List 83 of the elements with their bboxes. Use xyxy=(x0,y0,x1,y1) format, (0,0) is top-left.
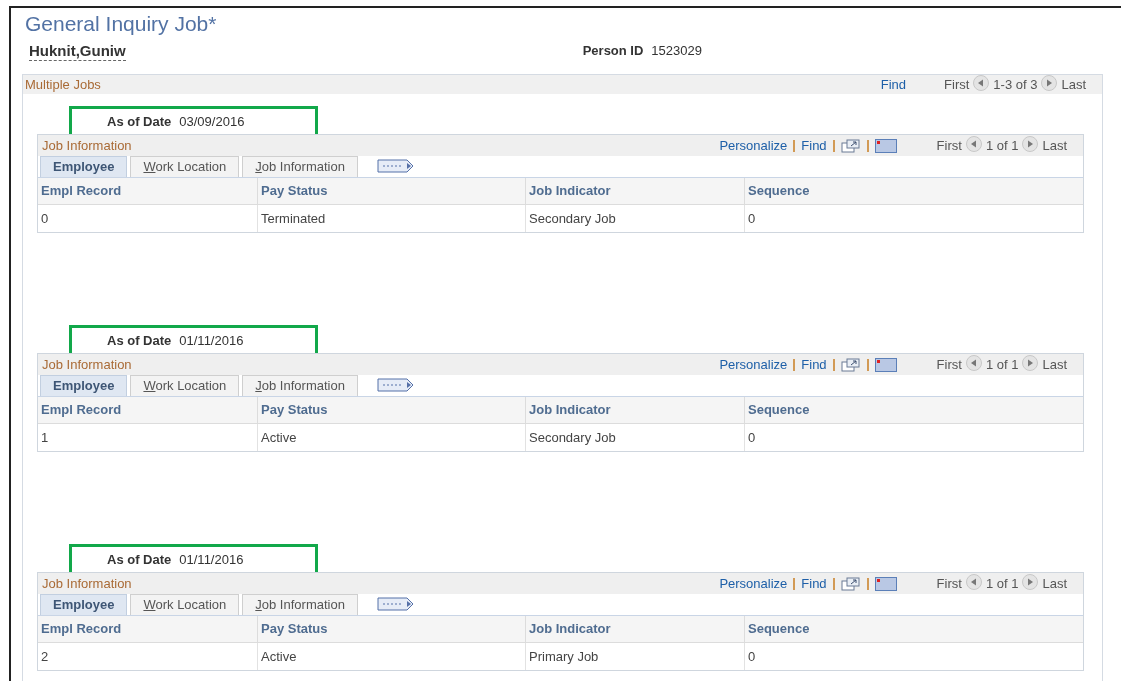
table-cell: Secondary Job xyxy=(526,424,745,451)
table-cell: Terminated xyxy=(258,205,526,232)
last-link[interactable]: Last xyxy=(1042,354,1067,375)
tab[interactable]: Job Information xyxy=(242,156,358,177)
tab[interactable]: Work Location xyxy=(130,594,240,615)
column-header: Sequence xyxy=(747,620,811,639)
column-header: Job Indicator xyxy=(526,616,745,642)
column-header: Pay Status xyxy=(258,178,526,204)
find-link[interactable]: Find xyxy=(801,573,827,594)
find-link[interactable]: Find xyxy=(880,74,907,95)
page-range: 1 of 1 xyxy=(985,136,1019,155)
previous-icon[interactable] xyxy=(965,135,982,152)
tab[interactable]: Job Information xyxy=(242,375,358,396)
table-cell-text: 0 xyxy=(747,647,757,666)
personalize-link[interactable]: Personalize xyxy=(719,573,788,594)
person-id-label: Person ID xyxy=(582,42,644,61)
table-cell: Active xyxy=(258,643,526,670)
view-all-icon[interactable] xyxy=(840,138,861,153)
table-cell: 1 xyxy=(38,424,258,451)
next-icon[interactable] xyxy=(1022,573,1039,590)
date-label: As of Date xyxy=(107,331,172,350)
first-link[interactable]: First xyxy=(944,74,970,95)
next-icon[interactable] xyxy=(1041,74,1058,91)
column-header: Pay Status xyxy=(258,397,526,423)
table-cell: 0 xyxy=(38,205,258,232)
person-name: Huknit,Guniw xyxy=(29,41,126,61)
spreadsheet-icon[interactable] xyxy=(874,138,897,153)
show-all-tabs-icon[interactable] xyxy=(376,159,415,173)
next-icon[interactable] xyxy=(1022,354,1039,371)
spreadsheet-icon[interactable] xyxy=(874,357,897,372)
tab[interactable]: Employee xyxy=(40,594,128,615)
column-header: Job Indicator xyxy=(526,178,745,204)
first-link[interactable]: First xyxy=(936,573,962,594)
column-header: Empl Record xyxy=(38,397,258,423)
page-range: 1-3 of 3 xyxy=(993,75,1038,94)
first-link[interactable]: First xyxy=(936,354,962,375)
column-header: Sequence xyxy=(747,401,811,420)
tab[interactable]: Work Location xyxy=(130,375,240,396)
personalize-link[interactable]: Personalize xyxy=(719,135,788,156)
page-range: 1 of 1 xyxy=(985,355,1019,374)
tab[interactable]: Job Information xyxy=(242,594,358,615)
table-cell: Primary Job xyxy=(526,643,745,670)
person-id-value: 1523029 xyxy=(651,42,702,61)
column-header: Pay Status xyxy=(258,616,526,642)
previous-icon[interactable] xyxy=(973,74,990,91)
find-link[interactable]: Find xyxy=(801,135,827,156)
table-cell: Secondary Job xyxy=(526,205,745,232)
previous-icon[interactable] xyxy=(965,573,982,590)
table-cell-text: 0 xyxy=(747,209,757,228)
page-title: General Inquiry Job* xyxy=(25,11,218,37)
date-value: 03/09/2016 xyxy=(179,112,245,131)
date-value: 01/11/2016 xyxy=(179,550,244,569)
panel-title: Multiple Jobs xyxy=(25,75,101,94)
last-link[interactable]: Last xyxy=(1061,74,1086,95)
column-header: Empl Record xyxy=(38,616,258,642)
view-all-icon[interactable] xyxy=(840,576,861,591)
personalize-link[interactable]: Personalize xyxy=(719,354,788,375)
table-cell-text: 0 xyxy=(747,428,757,447)
first-link[interactable]: First xyxy=(936,135,962,156)
column-header: Sequence xyxy=(747,182,811,201)
table-cell: 2 xyxy=(38,643,258,670)
date-value: 01/11/2016 xyxy=(179,331,244,350)
show-all-tabs-icon[interactable] xyxy=(376,378,415,392)
view-all-icon[interactable] xyxy=(840,357,861,372)
date-label: As of Date xyxy=(107,550,172,569)
find-link[interactable]: Find xyxy=(801,354,827,375)
page-range: 1 of 1 xyxy=(985,574,1019,593)
last-link[interactable]: Last xyxy=(1042,573,1067,594)
next-icon[interactable] xyxy=(1022,135,1039,152)
tab[interactable]: Employee xyxy=(40,375,128,396)
column-header: Empl Record xyxy=(38,178,258,204)
column-header: Job Indicator xyxy=(526,397,745,423)
last-link[interactable]: Last xyxy=(1042,135,1067,156)
tab[interactable]: Work Location xyxy=(130,156,240,177)
grid-title: Job Information xyxy=(42,355,132,374)
previous-icon[interactable] xyxy=(965,354,982,371)
spreadsheet-icon[interactable] xyxy=(874,576,897,591)
date-label: As of Date xyxy=(107,112,172,131)
grid-title: Job Information xyxy=(42,574,132,593)
grid-title: Job Information xyxy=(42,136,132,155)
show-all-tabs-icon[interactable] xyxy=(376,597,415,611)
table-cell: Active xyxy=(258,424,526,451)
tab[interactable]: Employee xyxy=(40,156,128,177)
